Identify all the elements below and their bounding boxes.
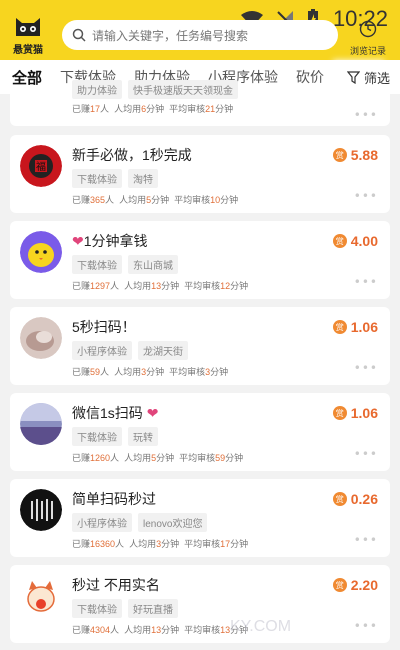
task-avatar: 福 bbox=[20, 145, 62, 187]
tab-bargain[interactable]: 砍价 bbox=[296, 67, 324, 87]
task-reward: 赏 2.20 bbox=[332, 577, 378, 593]
reward-badge-icon: 赏 bbox=[332, 148, 347, 162]
task-tag: 龙湖天街 bbox=[138, 341, 188, 360]
task-tags: 小程序体验 lenovo欢迎您 bbox=[72, 513, 208, 532]
task-meta: 已赚4304人 人均用13分钟 平均审核13分钟 bbox=[72, 625, 249, 635]
more-icon[interactable]: ••• bbox=[354, 275, 378, 289]
reward-value: 4.00 bbox=[350, 233, 378, 249]
task-tag: 下载体验 bbox=[72, 255, 122, 274]
reward-value: 1.06 bbox=[350, 319, 378, 335]
task-reward: 赏 0.26 bbox=[332, 491, 378, 507]
task-tag: 下载体验 bbox=[72, 599, 122, 618]
task-meta: 已赚1297人 人均用13分钟 平均审核12分钟 bbox=[72, 281, 249, 291]
reward-value: 2.20 bbox=[350, 577, 378, 593]
task-meta: 已赚59人 人均用3分钟 平均审核3分钟 bbox=[72, 367, 229, 377]
task-tag: 好玩直播 bbox=[128, 599, 178, 618]
task-reward: 赏 5.88 bbox=[332, 147, 378, 163]
reward-badge-icon: 赏 bbox=[332, 320, 347, 334]
svg-text:福: 福 bbox=[36, 160, 46, 173]
task-avatar bbox=[20, 231, 62, 273]
reward-value: 5.88 bbox=[350, 147, 378, 163]
reward-badge-icon: 赏 bbox=[332, 234, 347, 248]
task-card[interactable]: 5秒扫码！ 小程序体验 龙湖天街 已赚59人 人均用3分钟 平均审核3分钟 赏 … bbox=[10, 307, 390, 385]
task-tags: 下载体验 东山商城 bbox=[72, 255, 178, 274]
task-card[interactable]: 简单扫码秒过 小程序体验 lenovo欢迎您 已赚16360人 人均用3分钟 平… bbox=[10, 479, 390, 557]
reward-value: 0.26 bbox=[350, 491, 378, 507]
task-tag: 快手极速版天天领现金 bbox=[128, 80, 238, 99]
task-tags: 下载体验 好玩直播 bbox=[72, 599, 178, 618]
task-tag: lenovo欢迎您 bbox=[138, 513, 208, 532]
clock-history-icon bbox=[359, 20, 377, 38]
more-icon[interactable]: ••• bbox=[354, 189, 378, 203]
task-card-partial[interactable]: 助力体验 快手极速版天天领现金 已赚17人 人均用6分钟 平均审核21分钟 ••… bbox=[10, 80, 390, 126]
task-title: 秒过 不用实名 bbox=[72, 577, 160, 593]
filter-icon bbox=[346, 70, 360, 84]
task-avatar bbox=[20, 403, 62, 445]
task-tag: 下载体验 bbox=[72, 427, 122, 446]
task-meta: 已赚1260人 人均用5分钟 平均审核59分钟 bbox=[72, 453, 244, 463]
history-label: 浏览记录 bbox=[349, 47, 386, 57]
task-meta: 已赚17人 人均用6分钟 平均审核21分钟 bbox=[72, 104, 234, 114]
task-reward: 赏 4.00 bbox=[332, 233, 378, 249]
task-meta: 已赚16360人 人均用3分钟 平均审核17分钟 bbox=[72, 539, 249, 549]
task-tag: 玩转 bbox=[128, 427, 158, 446]
task-tag: 小程序体验 bbox=[72, 341, 132, 360]
task-title: ❤1分钟拿钱 bbox=[72, 233, 148, 249]
task-title: 微信1s扫码 ❤ bbox=[72, 405, 159, 421]
reward-badge-icon: 赏 bbox=[332, 492, 347, 506]
task-tags: 下载体验 玩转 bbox=[72, 427, 158, 446]
app-logo[interactable]: 悬赏猫 bbox=[8, 14, 48, 56]
task-avatar bbox=[20, 575, 62, 617]
logo-text: 悬赏猫 bbox=[13, 45, 43, 56]
task-avatar bbox=[20, 317, 62, 359]
more-icon[interactable]: ••• bbox=[354, 619, 378, 633]
heart-icon: ❤ bbox=[72, 233, 84, 249]
watermark: KY.COM bbox=[230, 618, 292, 635]
reward-badge-icon: 赏 bbox=[332, 578, 347, 592]
task-tag: 下载体验 bbox=[72, 169, 122, 188]
task-card[interactable]: 福 新手必做，1秒完成 下载体验 淘特 已赚365人 人均用5分钟 平均审核10… bbox=[10, 135, 390, 213]
more-icon[interactable]: ••• bbox=[354, 108, 378, 122]
search-input[interactable]: 请输入关键字，任务编号搜索 bbox=[62, 20, 338, 50]
task-tags: 小程序体验 龙湖天街 bbox=[72, 341, 188, 360]
more-icon[interactable]: ••• bbox=[354, 447, 378, 461]
task-title: 新手必做，1秒完成 bbox=[72, 147, 192, 163]
task-reward: 赏 1.06 bbox=[332, 319, 378, 335]
task-tags: 助力体验 快手极速版天天领现金 bbox=[72, 80, 238, 99]
task-title: 简单扫码秒过 bbox=[72, 491, 156, 507]
history-button[interactable]: 浏览记录 bbox=[346, 20, 390, 57]
more-icon[interactable]: ••• bbox=[354, 533, 378, 547]
heart-icon: ❤ bbox=[146, 405, 159, 421]
task-tag: 助力体验 bbox=[72, 80, 122, 99]
task-title: 5秒扫码！ bbox=[72, 319, 136, 335]
task-meta: 已赚365人 人均用5分钟 平均审核10分钟 bbox=[72, 195, 239, 205]
reward-badge-icon: 赏 bbox=[332, 406, 347, 420]
task-card[interactable]: 秒过 不用实名 下载体验 好玩直播 已赚4304人 人均用13分钟 平均审核13… bbox=[10, 565, 390, 643]
task-avatar bbox=[20, 489, 62, 531]
task-card[interactable]: ❤1分钟拿钱 下载体验 东山商城 已赚1297人 人均用13分钟 平均审核12分… bbox=[10, 221, 390, 299]
task-reward: 赏 1.06 bbox=[332, 405, 378, 421]
task-tag: 东山商城 bbox=[128, 255, 178, 274]
reward-value: 1.06 bbox=[350, 405, 378, 421]
task-tags: 下载体验 淘特 bbox=[72, 169, 158, 188]
search-placeholder: 请输入关键字，任务编号搜索 bbox=[92, 28, 249, 43]
filter-label: 筛选 bbox=[363, 71, 390, 87]
cat-logo-icon bbox=[16, 18, 40, 36]
task-tag: 小程序体验 bbox=[72, 513, 132, 532]
task-card[interactable]: 微信1s扫码 ❤ 下载体验 玩转 已赚1260人 人均用5分钟 平均审核59分钟… bbox=[10, 393, 390, 471]
task-tag: 淘特 bbox=[128, 169, 158, 188]
search-icon bbox=[72, 28, 86, 42]
more-icon[interactable]: ••• bbox=[354, 361, 378, 375]
app-header: 悬赏猫 10:22 请输入关键字，任务编号搜索 浏览记录 bbox=[0, 0, 400, 60]
tab-all[interactable]: 全部 bbox=[12, 67, 42, 94]
